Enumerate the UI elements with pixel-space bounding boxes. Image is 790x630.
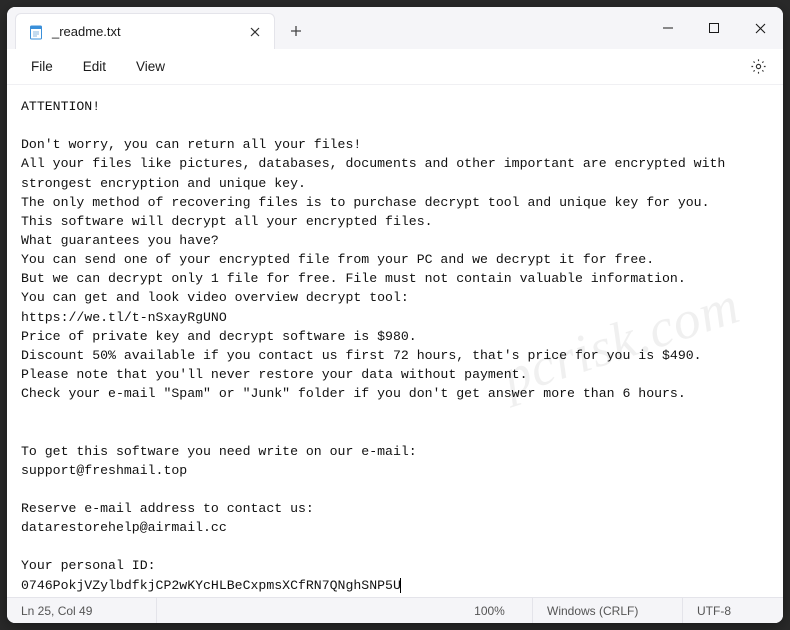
status-line-ending[interactable]: Windows (CRLF) bbox=[533, 598, 683, 623]
document-text: ATTENTION! Don't worry, you can return a… bbox=[21, 99, 733, 593]
gear-icon bbox=[750, 58, 767, 75]
notepad-window: _readme.txt File Edit View bbox=[7, 7, 783, 623]
status-encoding[interactable]: UTF-8 bbox=[683, 598, 783, 623]
status-cursor-position[interactable]: Ln 25, Col 49 bbox=[7, 598, 157, 623]
statusbar: Ln 25, Col 49 100% Windows (CRLF) UTF-8 bbox=[7, 597, 783, 623]
menu-edit[interactable]: Edit bbox=[69, 55, 120, 78]
status-zoom[interactable]: 100% bbox=[447, 598, 533, 623]
close-window-button[interactable] bbox=[737, 7, 783, 49]
text-editor[interactable]: ATTENTION! Don't worry, you can return a… bbox=[7, 85, 783, 597]
editor-area: pcrisk.com ATTENTION! Don't worry, you c… bbox=[7, 85, 783, 597]
menubar: File Edit View bbox=[7, 49, 783, 85]
menu-file[interactable]: File bbox=[17, 55, 67, 78]
maximize-button[interactable] bbox=[691, 7, 737, 49]
minimize-button[interactable] bbox=[645, 7, 691, 49]
tab-strip: _readme.txt bbox=[7, 7, 311, 49]
titlebar-drag-region[interactable] bbox=[311, 7, 645, 49]
notepad-icon bbox=[28, 24, 44, 40]
menu-view[interactable]: View bbox=[122, 55, 179, 78]
window-controls bbox=[645, 7, 783, 49]
tab-title: _readme.txt bbox=[52, 24, 236, 39]
titlebar[interactable]: _readme.txt bbox=[7, 7, 783, 49]
new-tab-button[interactable] bbox=[281, 16, 311, 46]
settings-button[interactable] bbox=[743, 52, 773, 82]
tab-active[interactable]: _readme.txt bbox=[15, 13, 275, 49]
close-tab-button[interactable] bbox=[244, 21, 266, 43]
text-caret bbox=[400, 578, 401, 593]
